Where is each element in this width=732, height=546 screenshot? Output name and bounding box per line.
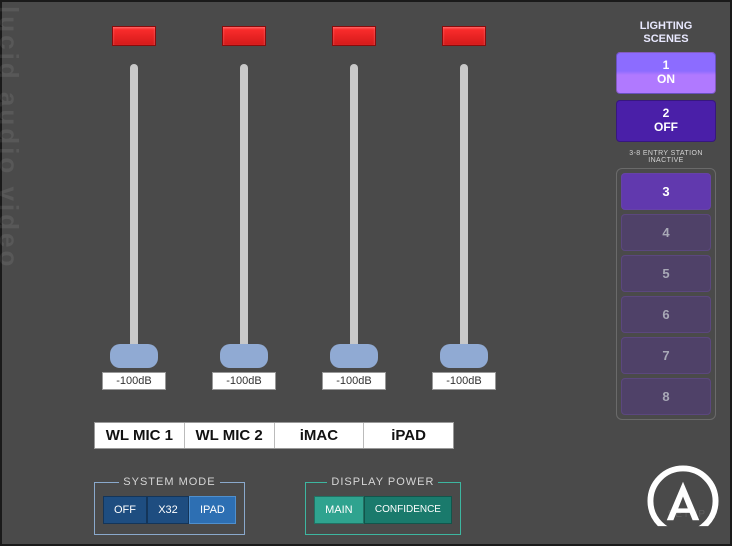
channel-3: -100dB xyxy=(320,26,388,390)
fader-knob[interactable] xyxy=(440,344,488,368)
mute-indicator[interactable] xyxy=(222,26,266,46)
mixer-channels: -100dB -100dB -100dB -100dB xyxy=(100,26,498,390)
system-mode-group: SYSTEM MODE OFF X32 IPAD xyxy=(94,476,245,535)
fader-knob[interactable] xyxy=(330,344,378,368)
scene-2-off-button[interactable]: 2 OFF xyxy=(616,100,716,142)
brand-watermark: lucid audio video xyxy=(0,2,24,546)
db-readout: -100dB xyxy=(102,372,166,390)
scene-label: ON xyxy=(657,72,675,86)
title-line: SCENES xyxy=(643,33,688,45)
scene-label: OFF xyxy=(654,120,678,134)
fader-track[interactable] xyxy=(240,64,248,364)
channel-label: WL MIC 2 xyxy=(185,423,275,448)
channel-2: -100dB xyxy=(210,26,278,390)
scene-3-button[interactable]: 3 xyxy=(621,173,711,210)
channel-4: -100dB xyxy=(430,26,498,390)
system-mode-off-button[interactable]: OFF xyxy=(103,496,147,524)
channel-label: iPAD xyxy=(364,423,453,448)
display-confidence-button[interactable]: CONFIDENCE xyxy=(364,496,452,524)
display-power-group: DISPLAY POWER MAIN CONFIDENCE xyxy=(305,476,461,535)
fader-track[interactable] xyxy=(460,64,468,364)
fader-knob[interactable] xyxy=(110,344,158,368)
title-line: LIGHTING xyxy=(640,20,693,32)
scenes-inactive-group: 3 4 5 6 7 8 xyxy=(616,168,716,420)
bottom-controls: SYSTEM MODE OFF X32 IPAD DISPLAY POWER M… xyxy=(94,476,461,535)
scene-4-button[interactable]: 4 xyxy=(621,214,711,251)
fader-track[interactable] xyxy=(350,64,358,364)
scene-1-on-button[interactable]: 1 ON xyxy=(616,52,716,94)
system-mode-legend: SYSTEM MODE xyxy=(119,476,219,488)
fader-knob[interactable] xyxy=(220,344,268,368)
scene-number: 2 xyxy=(663,106,670,120)
db-readout: -100dB xyxy=(212,372,276,390)
mute-indicator[interactable] xyxy=(112,26,156,46)
mute-indicator[interactable] xyxy=(332,26,376,46)
channel-1: -100dB xyxy=(100,26,168,390)
scene-8-button[interactable]: 8 xyxy=(621,378,711,415)
channel-label: WL MIC 1 xyxy=(95,423,185,448)
scene-5-button[interactable]: 5 xyxy=(621,255,711,292)
lighting-scenes-title: LIGHTING SCENES xyxy=(616,20,716,46)
scene-7-button[interactable]: 7 xyxy=(621,337,711,374)
channel-labels: WL MIC 1 WL MIC 2 iMAC iPAD xyxy=(94,422,454,449)
scene-number: 1 xyxy=(663,58,670,72)
db-readout: -100dB xyxy=(432,372,496,390)
fader-track[interactable] xyxy=(130,64,138,364)
mute-indicator[interactable] xyxy=(442,26,486,46)
lighting-scenes-panel: LIGHTING SCENES 1 ON 2 OFF 3-8 ENTRY STA… xyxy=(616,20,716,420)
brand-logo-icon xyxy=(646,464,720,538)
scenes-inactive-note: 3-8 ENTRY STATION INACTIVE xyxy=(616,150,716,164)
system-mode-ipad-button[interactable]: IPAD xyxy=(189,496,236,524)
scene-6-button[interactable]: 6 xyxy=(621,296,711,333)
display-power-legend: DISPLAY POWER xyxy=(327,476,438,488)
system-mode-x32-button[interactable]: X32 xyxy=(147,496,189,524)
db-readout: -100dB xyxy=(322,372,386,390)
display-main-button[interactable]: MAIN xyxy=(314,496,364,524)
channel-label: iMAC xyxy=(275,423,365,448)
